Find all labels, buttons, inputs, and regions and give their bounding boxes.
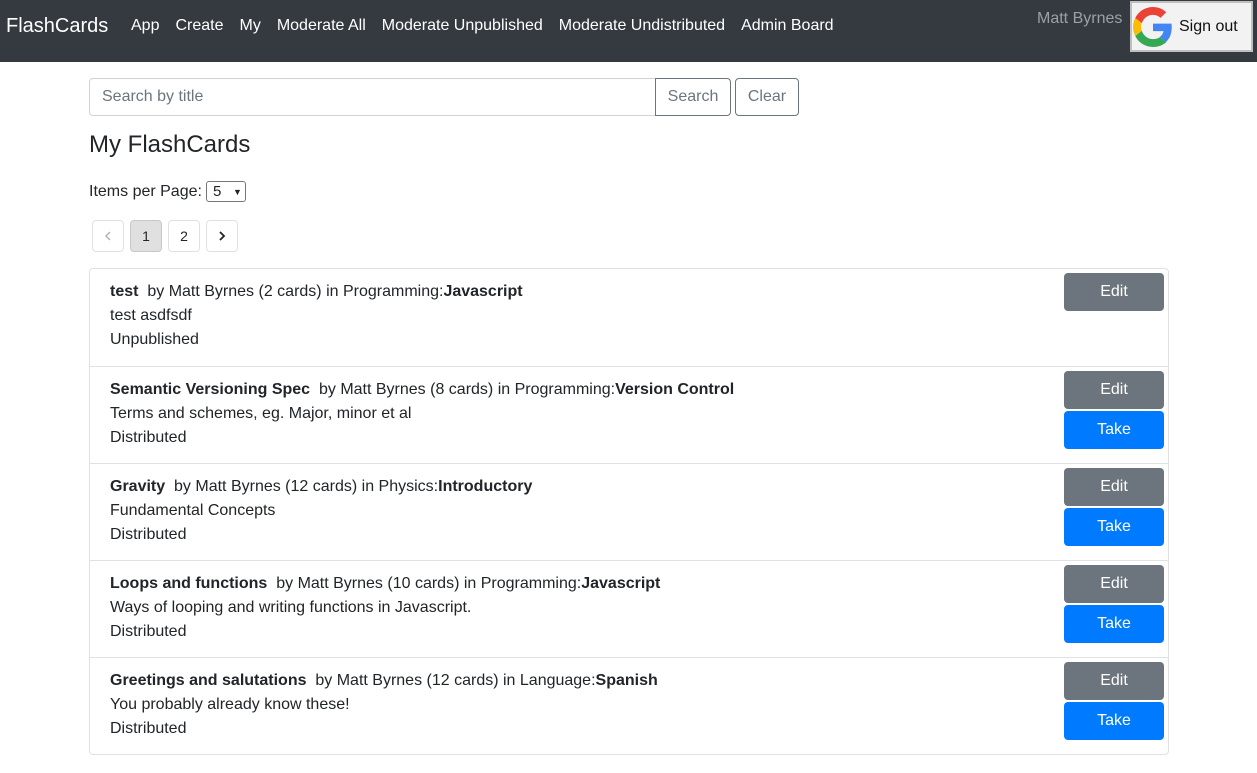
- item-title: Greetings and salutations: [110, 672, 307, 689]
- item-title-line: Semantic Versioning Spec by Matt Byrnes …: [110, 381, 734, 399]
- search-button[interactable]: Search: [655, 78, 731, 116]
- item-category: Javascript: [443, 283, 523, 300]
- item-meta: by Matt Byrnes (12 cards) in Language:: [315, 672, 596, 689]
- sign-out-button[interactable]: Sign out: [1130, 1, 1253, 52]
- item-status: Unpublished: [110, 331, 199, 348]
- nav-link-admin-board[interactable]: Admin Board: [741, 17, 834, 35]
- item-description: Terms and schemes, eg. Major, minor et a…: [110, 405, 412, 422]
- prev-page-button[interactable]: [92, 220, 124, 252]
- item-description: You probably already know these!: [110, 696, 350, 713]
- item-meta: by Matt Byrnes (12 cards) in Physics:: [174, 478, 439, 495]
- pagination: 1 2: [92, 220, 238, 252]
- item-title: Gravity: [110, 478, 166, 495]
- nav-link-my[interactable]: My: [240, 17, 261, 35]
- list-item: Gravity by Matt Byrnes (12 cards) in Phy…: [90, 463, 1168, 560]
- item-description: Ways of looping and writing functions in…: [110, 599, 472, 616]
- google-logo-icon: [1133, 6, 1172, 47]
- top-navbar: FlashCards App Create My Moderate All Mo…: [0, 0, 1257, 62]
- item-title: test: [110, 283, 139, 300]
- item-title: Loops and functions: [110, 575, 268, 592]
- item-status: Distributed: [110, 720, 187, 737]
- item-title-line: Gravity by Matt Byrnes (12 cards) in Phy…: [110, 478, 532, 496]
- edit-button[interactable]: Edit: [1064, 662, 1164, 700]
- item-status: Distributed: [110, 623, 187, 640]
- list-item: test by Matt Byrnes (2 cards) in Program…: [90, 269, 1168, 366]
- item-description: test asdfsdf: [110, 307, 192, 324]
- nav-link-moderate-unpublished[interactable]: Moderate Unpublished: [382, 17, 543, 35]
- sign-out-label: Sign out: [1179, 17, 1238, 35]
- item-title: Semantic Versioning Spec: [110, 381, 311, 398]
- edit-button[interactable]: Edit: [1064, 273, 1164, 311]
- nav-link-moderate-undistributed[interactable]: Moderate Undistributed: [559, 17, 725, 35]
- edit-button[interactable]: Edit: [1064, 565, 1164, 603]
- item-status: Distributed: [110, 526, 187, 543]
- items-per-page-value: 5: [212, 183, 222, 200]
- nav-link-moderate-all[interactable]: Moderate All: [277, 17, 366, 35]
- nav-link-app[interactable]: App: [131, 17, 159, 35]
- take-button[interactable]: Take: [1064, 508, 1164, 546]
- item-category: Javascript: [581, 575, 661, 592]
- item-category: Introductory: [438, 478, 533, 495]
- page-button-2[interactable]: 2: [168, 220, 200, 252]
- list-item: Greetings and salutations by Matt Byrnes…: [90, 657, 1168, 754]
- chevron-left-icon: [104, 231, 111, 241]
- item-meta: by Matt Byrnes (10 cards) in Programming…: [276, 575, 582, 592]
- brand-link[interactable]: FlashCards: [6, 15, 108, 38]
- item-description: Fundamental Concepts: [110, 502, 276, 519]
- page-title: My FlashCards: [89, 131, 251, 158]
- chevron-down-icon: ▼: [233, 186, 242, 197]
- next-page-button[interactable]: [206, 220, 238, 252]
- list-item: Loops and functions by Matt Byrnes (10 c…: [90, 560, 1168, 657]
- take-button[interactable]: Take: [1064, 702, 1164, 740]
- item-meta: by Matt Byrnes (8 cards) in Programming:: [318, 381, 616, 398]
- flashcard-list: test by Matt Byrnes (2 cards) in Program…: [89, 268, 1169, 755]
- edit-button[interactable]: Edit: [1064, 468, 1164, 506]
- item-title-line: Loops and functions by Matt Byrnes (10 c…: [110, 575, 660, 593]
- clear-button[interactable]: Clear: [735, 78, 799, 116]
- take-button[interactable]: Take: [1064, 411, 1164, 449]
- edit-button[interactable]: Edit: [1064, 371, 1164, 409]
- item-title-line: test by Matt Byrnes (2 cards) in Program…: [110, 283, 523, 301]
- items-per-page-select[interactable]: 5 ▼: [205, 181, 246, 202]
- take-button[interactable]: Take: [1064, 605, 1164, 643]
- page-button-1[interactable]: 1: [130, 220, 162, 252]
- item-category: Version Control: [615, 381, 735, 398]
- list-item: Semantic Versioning Spec by Matt Byrnes …: [90, 366, 1168, 463]
- item-status: Distributed: [110, 429, 187, 446]
- item-category: Spanish: [595, 672, 658, 689]
- chevron-right-icon: [219, 231, 226, 241]
- search-input[interactable]: [89, 78, 656, 116]
- item-meta: by Matt Byrnes (2 cards) in Programming:: [147, 283, 444, 300]
- items-per-page: Items per Page: 5 ▼: [89, 181, 246, 202]
- item-title-line: Greetings and salutations by Matt Byrnes…: [110, 672, 658, 690]
- nav-link-create[interactable]: Create: [175, 17, 223, 35]
- items-per-page-label: Items per Page:: [89, 182, 202, 200]
- nav-links: App Create My Moderate All Moderate Unpu…: [131, 17, 834, 35]
- user-name: Matt Byrnes: [1037, 10, 1123, 27]
